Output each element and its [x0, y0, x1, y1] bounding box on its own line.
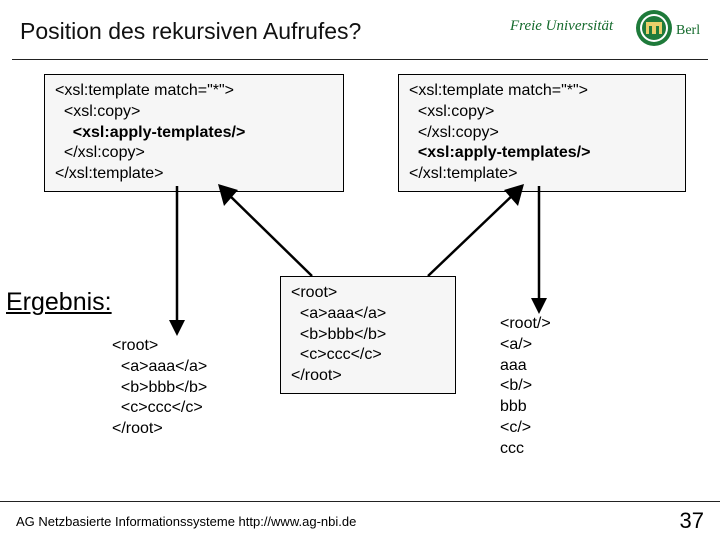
arrow-input-left [212, 180, 322, 280]
code-box-right: <xsl:template match="*"> <xsl:copy> </xs… [398, 74, 686, 192]
slide-title: Position des rekursiven Aufrufes? [20, 18, 361, 45]
code-line: </xsl:copy> [409, 124, 499, 141]
input-box: <root> <a>aaa</a> <b>bbb</b> <c>ccc</c> … [280, 276, 456, 394]
code-line-emph: <xsl:apply-templates/> [55, 124, 245, 141]
code-line: <xsl:template match="*"> [409, 82, 588, 99]
code-line: <b/> [500, 377, 532, 394]
code-line: <root> [291, 284, 337, 301]
footer: AG Netzbasierte Informationssysteme http… [0, 501, 720, 540]
university-logo: Freie Universität Berlin [510, 8, 700, 55]
code-line: </xsl:template> [55, 165, 164, 182]
output-right: <root/> <a/> aaa <b/> bbb <c/> ccc [500, 314, 551, 460]
logo-text-side: Berlin [676, 23, 700, 38]
code-line: <c>ccc</c> [112, 399, 203, 416]
code-line: <root/> [500, 315, 551, 332]
code-line: <a/> [500, 336, 532, 353]
code-line: <c>ccc</c> [291, 346, 382, 363]
code-line: <a>aaa</a> [112, 358, 207, 375]
arrow-input-right [420, 180, 530, 280]
code-box-left: <xsl:template match="*"> <xsl:copy> <xsl… [44, 74, 344, 192]
code-line: <b>bbb</b> [291, 326, 386, 343]
page-number: 37 [680, 508, 704, 534]
code-line: <b>bbb</b> [112, 379, 207, 396]
code-line: <a>aaa</a> [291, 305, 386, 322]
code-line-emph: <xsl:apply-templates/> [409, 144, 590, 161]
code-line: </root> [291, 367, 342, 384]
result-label: Ergebnis: [6, 288, 112, 317]
code-line: <xsl:copy> [409, 103, 494, 120]
code-line: <c/> [500, 419, 531, 436]
arrow-down-right [527, 186, 551, 314]
logo-text-top: Freie Universität [510, 18, 614, 34]
code-line: bbb [500, 398, 527, 415]
output-left: <root> <a>aaa</a> <b>bbb</b> <c>ccc</c> … [112, 336, 207, 440]
arrow-down-left [165, 186, 189, 336]
footer-text: AG Netzbasierte Informationssysteme http… [16, 514, 356, 529]
code-line: <xsl:copy> [55, 103, 140, 120]
code-line: </xsl:copy> [55, 144, 145, 161]
code-line: <root> [112, 337, 158, 354]
code-line: aaa [500, 357, 527, 374]
code-line: <xsl:template match="*"> [55, 82, 234, 99]
code-line: ccc [500, 440, 524, 457]
code-line: </root> [112, 420, 163, 437]
